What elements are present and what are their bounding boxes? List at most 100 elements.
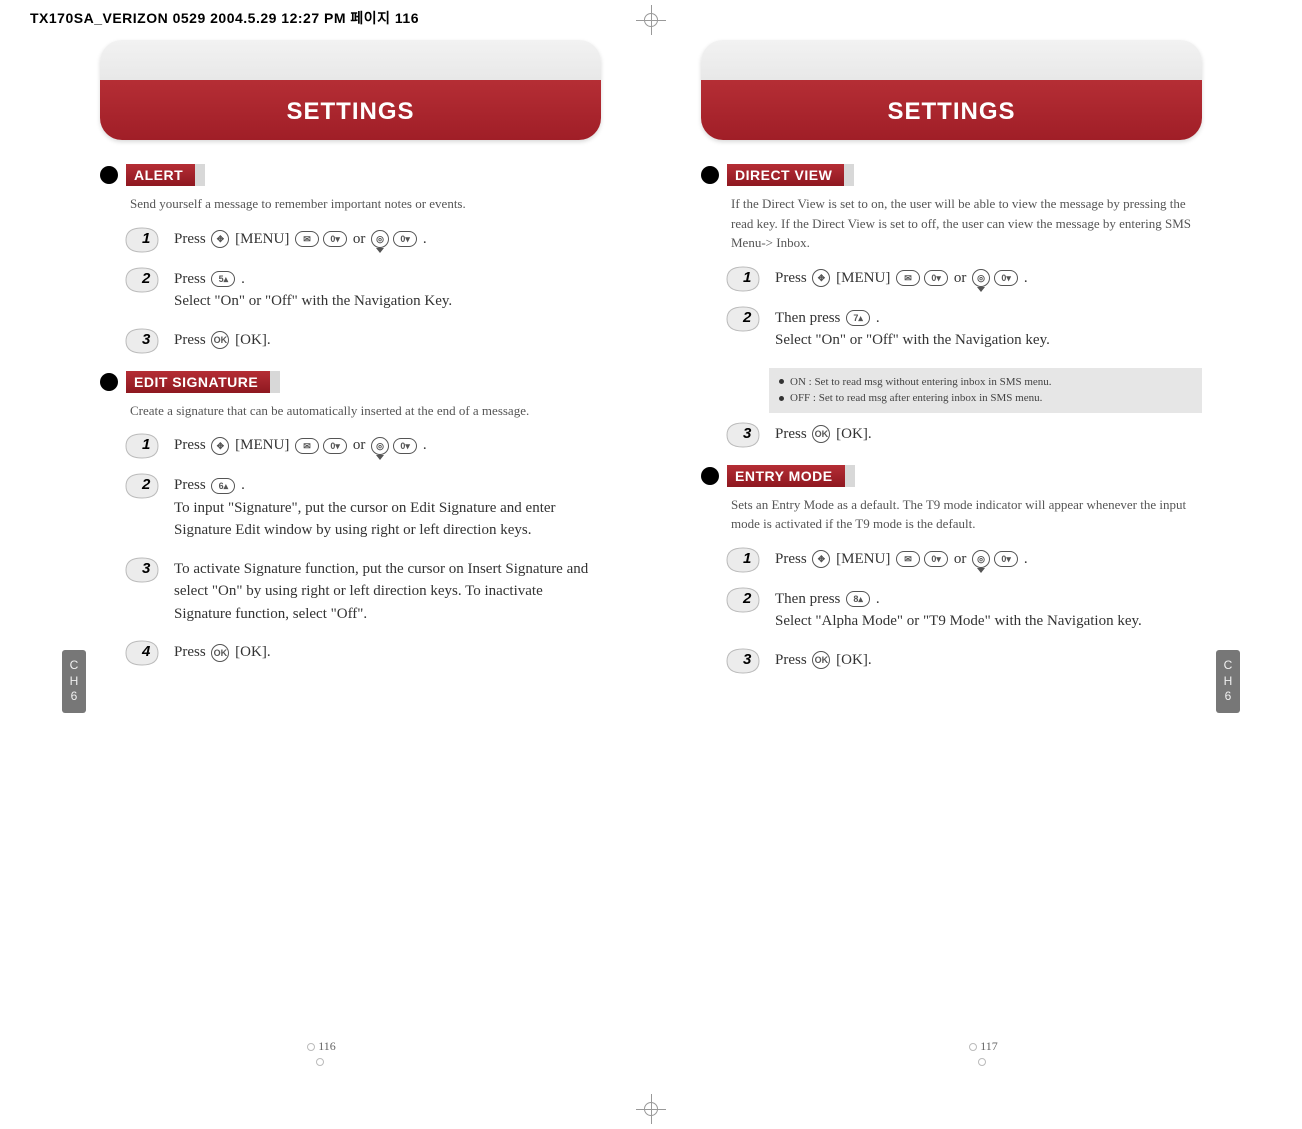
t: Press [174, 271, 209, 287]
bullet-icon [701, 467, 719, 485]
down-icon: ◎ [972, 550, 990, 568]
t: To activate Signature function, put the … [174, 561, 588, 622]
step-number: 2 [142, 476, 150, 493]
step: 4 Press OK [OK]. [130, 641, 601, 665]
step-marker: 1 [731, 267, 765, 291]
step-text: Press 6▴ . To input "Signature", put the… [174, 474, 601, 542]
step-marker: 3 [731, 649, 765, 673]
t: [OK]. [235, 332, 270, 348]
key-icon: 6▴ [211, 478, 235, 494]
key-icon: ✉ [295, 438, 319, 454]
step-number: 3 [743, 425, 751, 442]
step-text: Press OK [OK]. [775, 423, 872, 446]
step-number: 3 [142, 331, 150, 348]
page-title-bar-right: SETTINGS [701, 40, 1202, 140]
t: or [353, 437, 369, 453]
step-text: Press OK [OK]. [174, 641, 271, 664]
t: Then press [775, 591, 844, 607]
step-text: Then press 8▴ . Select "Alpha Mode" or "… [775, 588, 1142, 633]
t: . [423, 437, 427, 453]
step-number: 1 [142, 230, 150, 247]
step-text: To activate Signature function, put the … [174, 558, 601, 626]
step-text: Press ✥ [MENU] ✉0▾ or ◎0▾ . [775, 548, 1028, 571]
bullet-icon [701, 166, 719, 184]
t: or [954, 551, 970, 567]
chapter-tab-right: CH6 [1216, 650, 1240, 713]
t: . [423, 231, 427, 247]
down-icon: ◎ [972, 269, 990, 287]
t: [MENU] [836, 551, 894, 567]
nav-icon: ✥ [812, 269, 830, 287]
page-number-right: 117 [962, 1039, 1002, 1069]
step-marker: 1 [731, 548, 765, 572]
key-icon: 0▾ [393, 438, 417, 454]
step: 2 Press 6▴ . To input "Signature", put t… [130, 474, 601, 542]
key-icon: 0▾ [393, 231, 417, 247]
step: 1 Press ✥ [MENU] ✉0▾ or ◎0▾ . [731, 548, 1202, 572]
t: Press [174, 644, 209, 660]
t: Press [174, 437, 209, 453]
page-title-bar-left: SETTINGS [100, 40, 601, 140]
down-icon: ◎ [371, 437, 389, 455]
step-marker: 2 [130, 268, 164, 292]
section-desc-entry-mode: Sets an Entry Mode as a default. The T9 … [731, 495, 1202, 534]
file-header: TX170SA_VERIZON 0529 2004.5.29 12:27 PM … [30, 8, 419, 28]
bullet-icon [779, 379, 784, 384]
step-text: Press 5▴ . Select "On" or "Off" with the… [174, 268, 452, 313]
step-marker: 2 [130, 474, 164, 498]
step-text: Press ✥ [MENU] ✉0▾ or ◎0▾ . [775, 267, 1028, 290]
section-header-direct-view: DIRECT VIEW [701, 164, 1202, 186]
page-title-right: SETTINGS [887, 98, 1015, 126]
step-number: 2 [743, 590, 751, 607]
t: Press [775, 270, 810, 286]
step-text: Press OK [OK]. [174, 329, 271, 352]
key-icon: ✉ [896, 551, 920, 567]
ok-icon: OK [812, 651, 830, 669]
ok-icon: OK [812, 425, 830, 443]
key-icon: 5▴ [211, 271, 235, 287]
step-number: 1 [743, 550, 751, 567]
step-marker: 2 [731, 588, 765, 612]
key-icon: 0▾ [924, 270, 948, 286]
step-text: Then press 7▴ . Select "On" or "Off" wit… [775, 307, 1050, 352]
key-icon: 8▴ [846, 591, 870, 607]
t: [OK]. [836, 426, 871, 442]
step-marker: 1 [130, 228, 164, 252]
note-line: ON : Set to read msg without entering in… [790, 376, 1052, 388]
step-text: Press OK [OK]. [775, 649, 872, 672]
key-icon: 7▴ [846, 310, 870, 326]
key-icon: 0▾ [924, 551, 948, 567]
t: Select "On" or "Off" with the Navigation… [775, 332, 1050, 348]
down-icon: ◎ [371, 230, 389, 248]
section-header-alert: ALERT [100, 164, 601, 186]
t: Select "On" or "Off" with the Navigation… [174, 293, 452, 309]
section-desc-edit-signature: Create a signature that can be automatic… [130, 401, 601, 421]
section-label-entry-mode: ENTRY MODE [727, 465, 855, 487]
step-marker: 4 [130, 641, 164, 665]
key-icon: 0▾ [994, 270, 1018, 286]
t: Press [775, 551, 810, 567]
page-spread: SETTINGS ALERT Send yourself a message t… [0, 0, 1302, 1129]
t: [OK]. [836, 652, 871, 668]
step-number: 1 [743, 269, 751, 286]
t: Press [775, 426, 810, 442]
step: 1 Press ✥ [MENU] ✉0▾ or ◎0▾ . [731, 267, 1202, 291]
step-number: 2 [142, 270, 150, 287]
bullet-icon [100, 166, 118, 184]
t: . [1024, 270, 1028, 286]
section-header-edit-signature: EDIT SIGNATURE [100, 371, 601, 393]
t: . [876, 310, 880, 326]
chapter-tab-left: CH6 [62, 650, 86, 713]
t: Press [174, 332, 209, 348]
ok-icon: OK [211, 644, 229, 662]
nav-icon: ✥ [211, 230, 229, 248]
t: Select "Alpha Mode" or "T9 Mode" with th… [775, 613, 1142, 629]
section-header-entry-mode: ENTRY MODE [701, 465, 1202, 487]
step: 3 Press OK [OK]. [130, 329, 601, 353]
step: 3 To activate Signature function, put th… [130, 558, 601, 626]
t: [MENU] [235, 437, 293, 453]
page-left: SETTINGS ALERT Send yourself a message t… [0, 30, 651, 1129]
page-title-left: SETTINGS [286, 98, 414, 126]
t: or [954, 270, 970, 286]
t: Press [174, 231, 209, 247]
